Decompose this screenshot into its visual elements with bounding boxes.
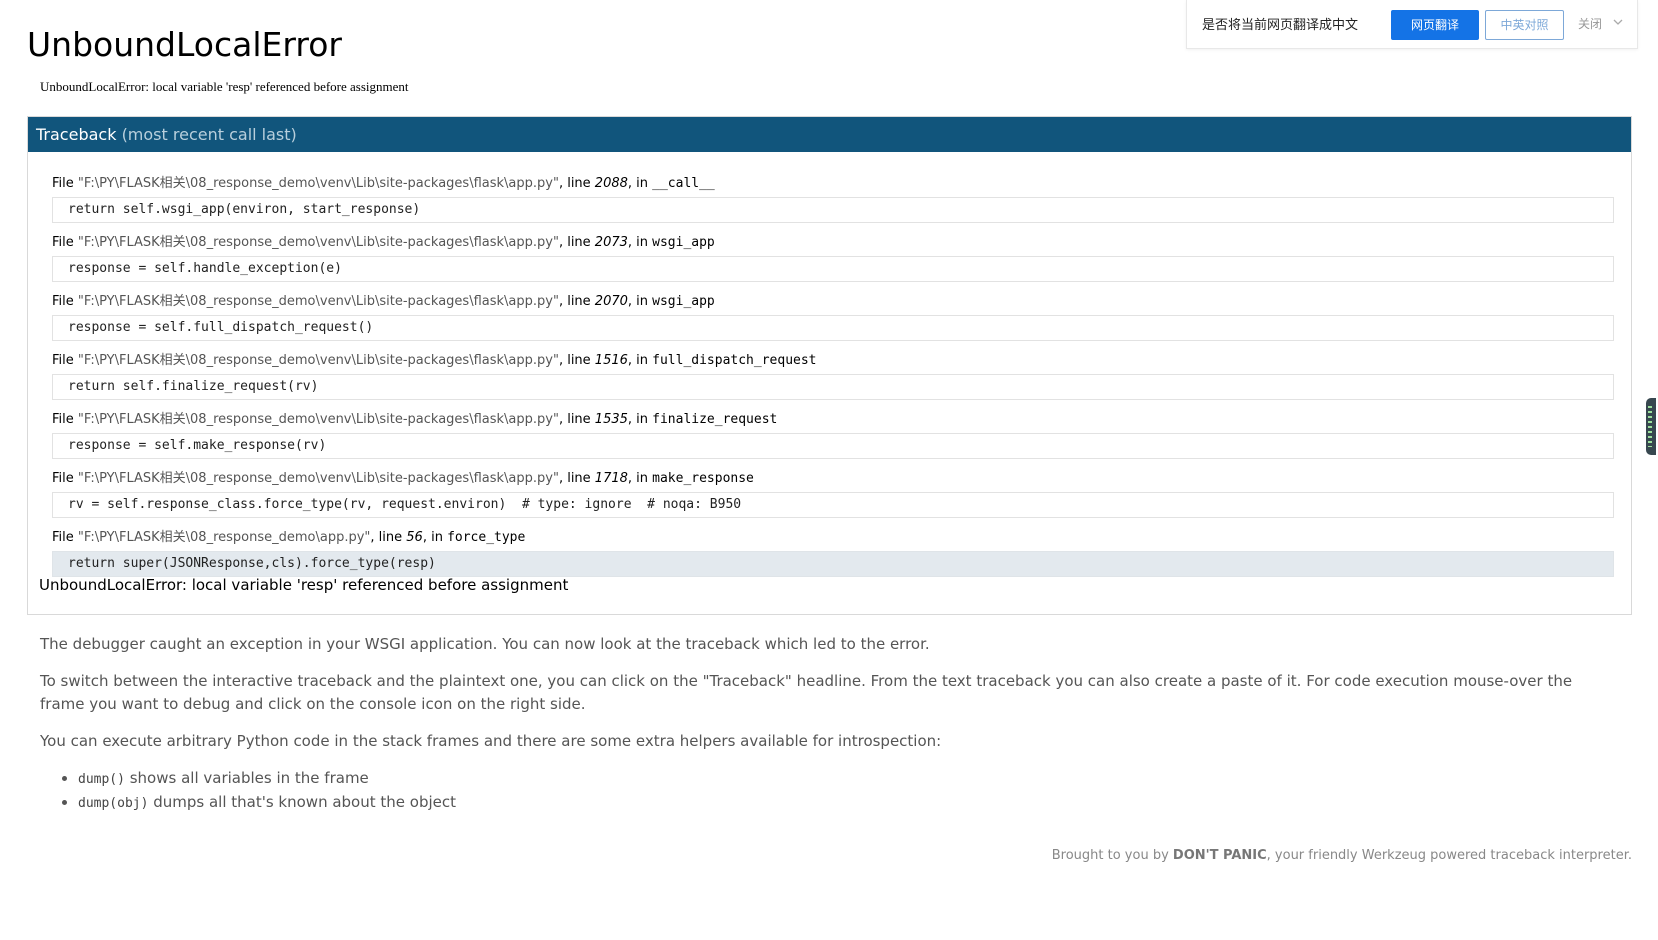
close-button[interactable]: 关闭 bbox=[1578, 15, 1602, 32]
explanation: The debugger caught an exception in your… bbox=[40, 633, 1610, 815]
translate-bar: 是否将当前网页翻译成中文 网页翻译 中英对照 关闭 bbox=[1186, 0, 1638, 49]
translate-page-button[interactable]: 网页翻译 bbox=[1391, 10, 1479, 40]
explanation-paragraph: The debugger caught an exception in your… bbox=[40, 635, 930, 653]
file-path: "F:\PY\FLASK相关\08_response_demo\venv\Lib… bbox=[77, 471, 559, 486]
file-label: File bbox=[52, 530, 78, 545]
footer-prefix: Brought to you by bbox=[1051, 848, 1173, 863]
footer: Brought to you by DON'T PANIC, your frie… bbox=[1052, 848, 1632, 863]
bilingual-button[interactable]: 中英对照 bbox=[1485, 10, 1564, 40]
footer-suffix: , your friendly Werkzeug powered traceba… bbox=[1266, 848, 1632, 863]
file-label: File bbox=[52, 471, 78, 486]
frame-code-line[interactable]: return self.finalize_request(rv) bbox=[52, 374, 1614, 400]
frame-code-line[interactable]: return self.wsgi_app(environ, start_resp… bbox=[52, 197, 1614, 223]
line-number: 1535 bbox=[594, 412, 628, 427]
helper-text: dumps all that's known about the object bbox=[148, 793, 456, 811]
file-path: "F:\PY\FLASK相关\08_response_demo\app.py" bbox=[77, 530, 371, 545]
list-item: dump(obj) dumps all that's known about t… bbox=[78, 791, 1610, 815]
line-label: , line bbox=[558, 176, 595, 191]
frame-code-line[interactable]: response = self.full_dispatch_request() bbox=[52, 315, 1614, 341]
line-number: 2070 bbox=[594, 294, 628, 309]
line-label: , line bbox=[558, 235, 595, 250]
line-label: , line bbox=[558, 412, 595, 427]
file-label: File bbox=[52, 235, 78, 250]
list-item: dump() shows all variables in the frame bbox=[78, 767, 1610, 791]
frame-code-line[interactable]: rv = self.response_class.force_type(rv, … bbox=[52, 492, 1614, 518]
traceback-headline[interactable]: Traceback (most recent call last) bbox=[28, 117, 1631, 152]
frame-header: File "F:\PY\FLASK相关\08_response_demo\ven… bbox=[52, 292, 1614, 311]
frame-header: File "F:\PY\FLASK相关\08_response_demo\ven… bbox=[52, 351, 1614, 370]
frame-header: File "F:\PY\FLASK相关\08_response_demo\ven… bbox=[52, 233, 1614, 252]
explanation-paragraph: To switch between the interactive traceb… bbox=[40, 672, 1573, 713]
function-name: full_dispatch_request bbox=[652, 353, 817, 368]
line-number: 1718 bbox=[594, 471, 628, 486]
function-name: force_type bbox=[447, 530, 526, 545]
frame-header: File "F:\PY\FLASK相关\08_response_demo\ven… bbox=[52, 469, 1614, 488]
frame-header: File "F:\PY\FLASK相关\08_response_demo\app… bbox=[52, 528, 1614, 547]
translate-prompt: 是否将当前网页翻译成中文 bbox=[1202, 18, 1359, 33]
side-panel-handle[interactable] bbox=[1646, 398, 1656, 455]
frame-code-line[interactable]: response = self.make_response(rv) bbox=[52, 433, 1614, 459]
traceback-sublabel: (most recent call last) bbox=[121, 125, 297, 144]
file-label: File bbox=[52, 353, 78, 368]
final-error-message: UnboundLocalError: local variable 'resp'… bbox=[39, 576, 569, 594]
in-label: , in bbox=[422, 530, 448, 545]
file-label: File bbox=[52, 412, 78, 427]
in-label: , in bbox=[627, 471, 653, 486]
line-label: , line bbox=[558, 353, 595, 368]
frame-list: File "F:\PY\FLASK相关\08_response_demo\ven… bbox=[52, 174, 1614, 587]
line-number: 56 bbox=[406, 530, 423, 545]
helper-list: dump() shows all variables in the frame … bbox=[40, 767, 1610, 815]
helper-code: dump(obj) bbox=[78, 796, 149, 811]
file-path: "F:\PY\FLASK相关\08_response_demo\venv\Lib… bbox=[77, 176, 559, 191]
file-path: "F:\PY\FLASK相关\08_response_demo\venv\Lib… bbox=[77, 412, 559, 427]
file-label: File bbox=[52, 294, 78, 309]
file-label: File bbox=[52, 176, 78, 191]
helper-text: shows all variables in the frame bbox=[124, 769, 369, 787]
function-name: wsgi_app bbox=[652, 235, 715, 250]
helper-code: dump() bbox=[78, 772, 125, 787]
function-name: wsgi_app bbox=[652, 294, 715, 309]
line-number: 2088 bbox=[594, 176, 628, 191]
file-path: "F:\PY\FLASK相关\08_response_demo\venv\Lib… bbox=[77, 294, 559, 309]
line-label: , line bbox=[558, 294, 595, 309]
line-number: 2073 bbox=[594, 235, 628, 250]
footer-brand: DON'T PANIC bbox=[1172, 848, 1267, 863]
in-label: , in bbox=[627, 294, 653, 309]
function-name: make_response bbox=[652, 471, 754, 486]
frame-header: File "F:\PY\FLASK相关\08_response_demo\ven… bbox=[52, 174, 1614, 193]
line-label: , line bbox=[370, 530, 407, 545]
file-path: "F:\PY\FLASK相关\08_response_demo\venv\Lib… bbox=[77, 235, 559, 250]
file-path: "F:\PY\FLASK相关\08_response_demo\venv\Lib… bbox=[77, 353, 559, 368]
in-label: , in bbox=[627, 353, 653, 368]
frame-header: File "F:\PY\FLASK相关\08_response_demo\ven… bbox=[52, 410, 1614, 429]
line-label: , line bbox=[558, 471, 595, 486]
explanation-paragraph: You can execute arbitrary Python code in… bbox=[40, 732, 942, 750]
function-name: finalize_request bbox=[652, 412, 778, 427]
error-message: UnboundLocalError: local variable 'resp'… bbox=[40, 79, 409, 94]
in-label: , in bbox=[627, 412, 653, 427]
page-title: UnboundLocalError bbox=[27, 25, 342, 64]
traceback-label: Traceback bbox=[36, 125, 117, 144]
function-name: __call__ bbox=[652, 176, 715, 191]
traceback-panel: Traceback (most recent call last) File "… bbox=[27, 116, 1632, 615]
frame-code-line-current[interactable]: return super(JSONResponse,cls).force_typ… bbox=[52, 551, 1614, 577]
chevron-down-icon[interactable] bbox=[1612, 16, 1624, 28]
debugger-page: UnboundLocalError UnboundLocalError: loc… bbox=[0, 0, 1658, 940]
in-label: , in bbox=[627, 176, 653, 191]
in-label: , in bbox=[627, 235, 653, 250]
line-number: 1516 bbox=[594, 353, 628, 368]
frame-code-line[interactable]: response = self.handle_exception(e) bbox=[52, 256, 1614, 282]
